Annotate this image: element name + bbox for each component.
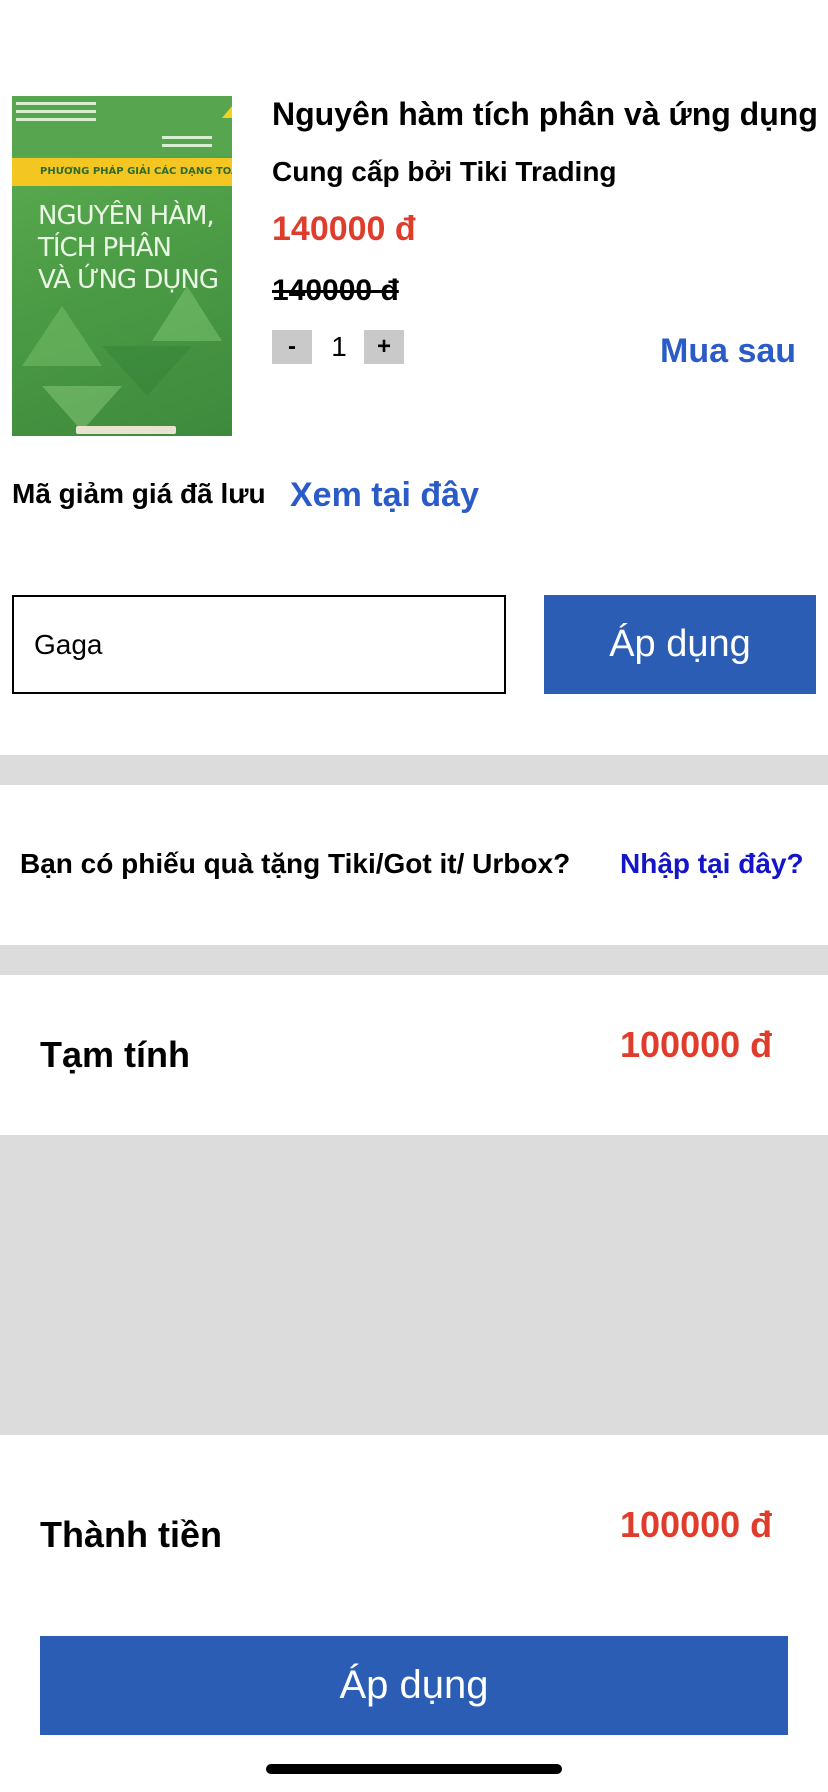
publisher-logo xyxy=(76,426,176,434)
checkout-apply-button[interactable]: Áp dụng xyxy=(40,1636,788,1735)
cover-author-lines xyxy=(16,102,96,105)
cover-shape xyxy=(152,286,222,341)
quantity-decrease-button[interactable]: - xyxy=(272,330,312,364)
product-title[interactable]: Nguyên hàm tích phân và ứng dụng xyxy=(272,96,818,133)
cover-corner-triangle xyxy=(222,106,232,118)
cover-shape xyxy=(42,386,122,431)
gift-voucher-question: Bạn có phiếu quà tặng Tiki/Got it/ Urbox… xyxy=(20,848,571,879)
subtotal-value: 100000 đ xyxy=(620,1024,773,1065)
product-cover-image[interactable]: PHƯƠNG PHÁP GIẢI CÁC DẠNG TOÁN THPT NGUY… xyxy=(12,96,232,436)
view-saved-coupons-link[interactable]: Xem tại đây xyxy=(290,476,479,515)
cover-top-band xyxy=(12,96,232,156)
saved-coupons-label: Mã giảm giá đã lưu xyxy=(12,478,266,509)
buy-later-link[interactable]: Mua sau xyxy=(660,332,796,371)
subtotal-label: Tạm tính xyxy=(40,1034,190,1075)
cover-title: NGUYÊN HÀM, TÍCH PHÂN VÀ ỨNG DỤNG xyxy=(38,201,219,295)
quantity-increase-button[interactable]: + xyxy=(364,330,404,364)
quantity-value: 1 xyxy=(331,331,347,362)
product-old-price: 140000 đ xyxy=(272,274,399,307)
enter-gift-voucher-link[interactable]: Nhập tại đây? xyxy=(620,848,804,880)
total-value: 100000 đ xyxy=(620,1504,773,1545)
total-label: Thành tiền xyxy=(40,1514,222,1555)
section-divider xyxy=(0,755,828,785)
cover-band-text: PHƯƠNG PHÁP GIẢI CÁC DẠNG TOÁN THPT xyxy=(12,158,232,186)
product-price: 140000 đ xyxy=(272,210,416,248)
home-indicator[interactable] xyxy=(266,1764,562,1774)
product-provider: Cung cấp bởi Tiki Trading xyxy=(272,156,617,187)
coupon-code-input[interactable] xyxy=(12,595,506,694)
apply-coupon-button[interactable]: Áp dụng xyxy=(544,595,816,694)
empty-gray-area xyxy=(0,1135,828,1435)
cover-series-lines xyxy=(162,136,212,139)
cover-shape xyxy=(22,306,102,366)
section-divider xyxy=(0,945,828,975)
